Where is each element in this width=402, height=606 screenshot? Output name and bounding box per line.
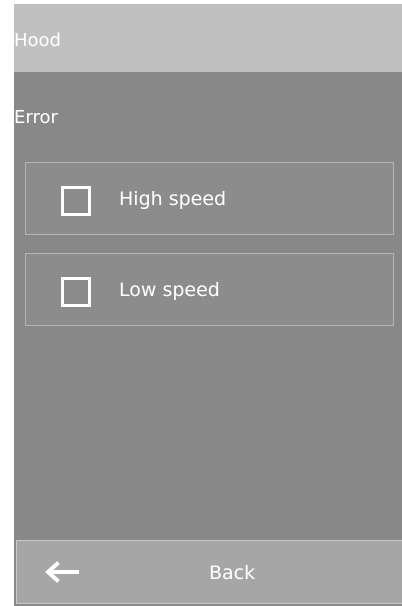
- back-button[interactable]: Back: [16, 540, 402, 604]
- back-label: Back: [209, 562, 256, 584]
- low-speed-option[interactable]: Low speed: [25, 253, 394, 326]
- high-speed-checkbox[interactable]: [61, 186, 91, 216]
- header-bar: Hood: [14, 4, 402, 72]
- low-speed-label: Low speed: [119, 279, 220, 301]
- arrow-left-icon: [44, 561, 79, 583]
- page-title: Hood: [14, 30, 61, 51]
- low-speed-checkbox[interactable]: [61, 277, 91, 307]
- high-speed-label: High speed: [119, 188, 227, 210]
- section-label-error: Error: [14, 107, 58, 128]
- hood-screen: Hood Error High speed Low speed Back: [14, 4, 402, 606]
- high-speed-option[interactable]: High speed: [25, 162, 394, 235]
